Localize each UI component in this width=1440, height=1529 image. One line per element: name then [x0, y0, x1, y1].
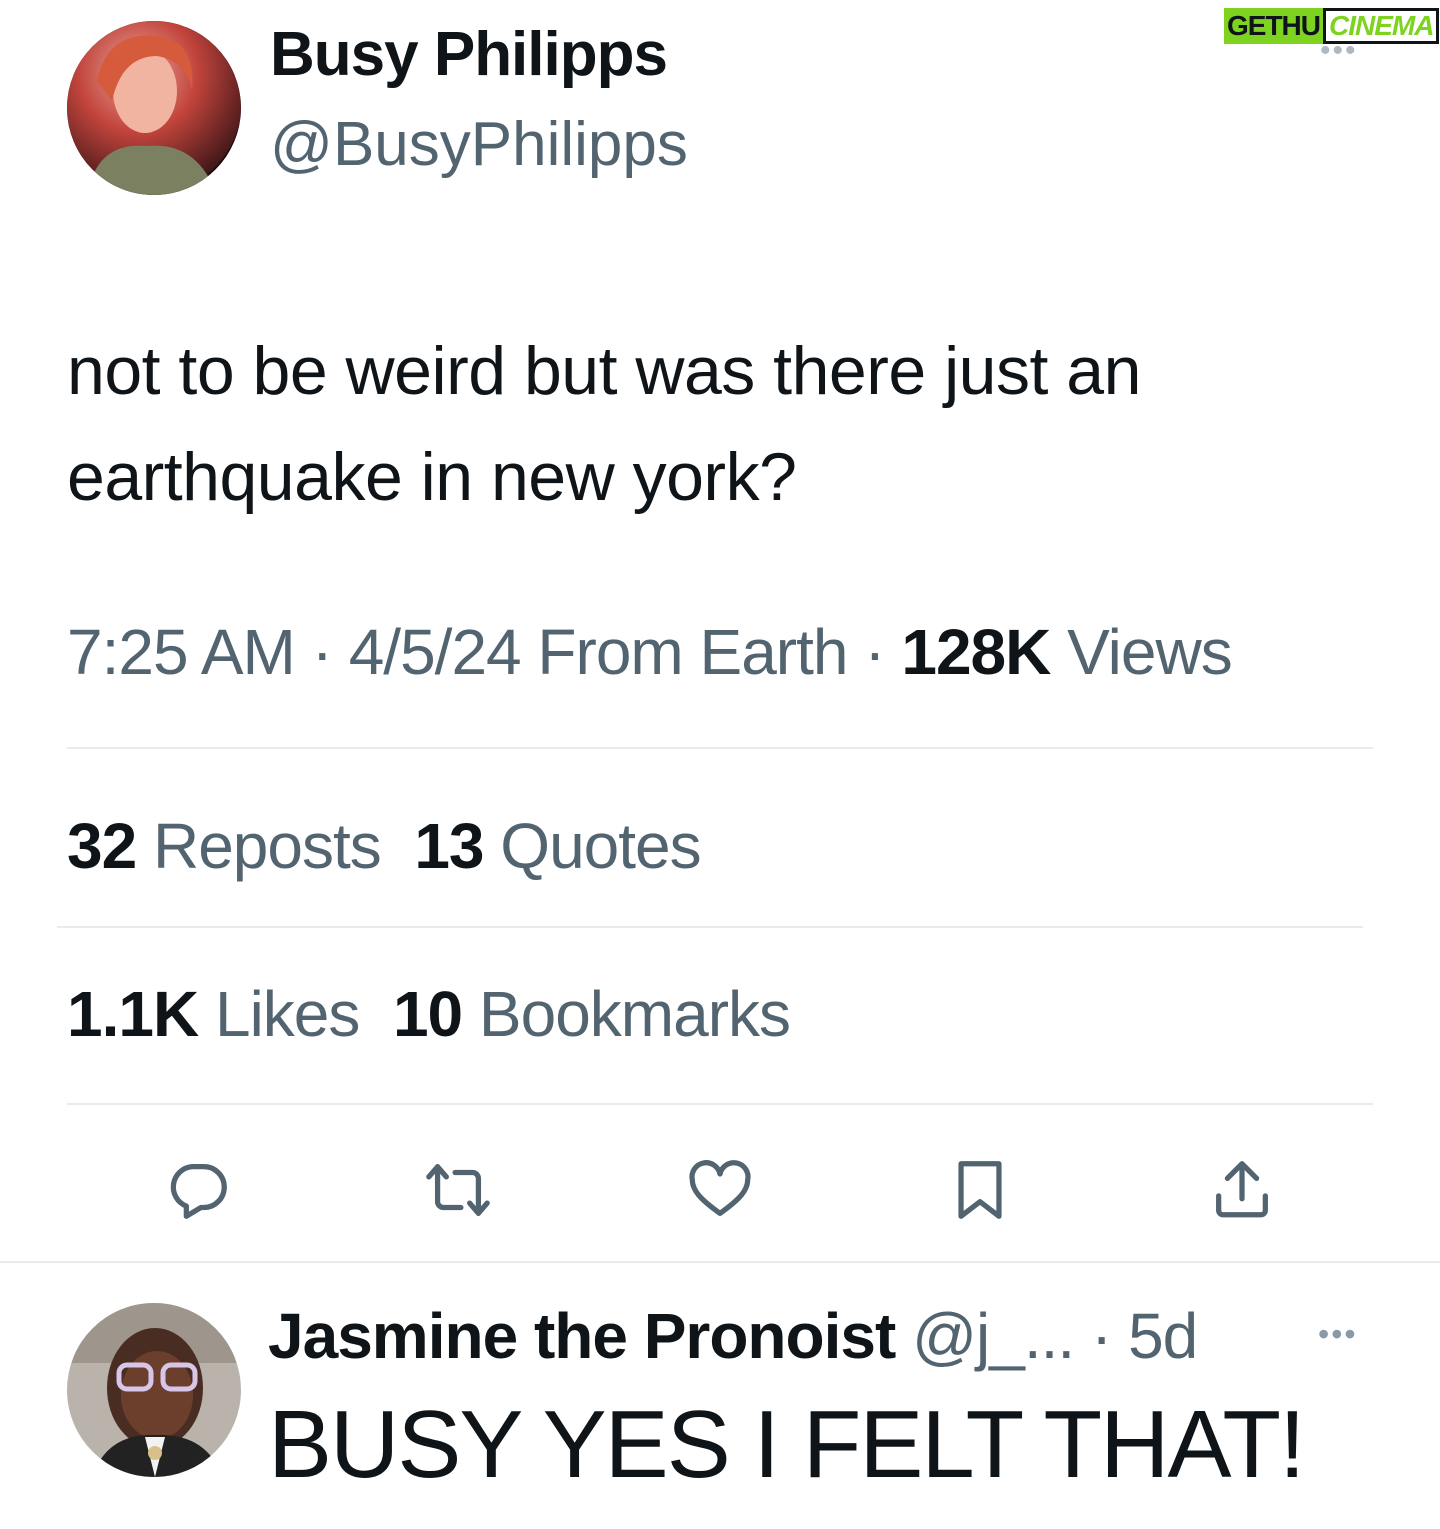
reply-icon	[170, 1164, 227, 1219]
like-icon	[689, 1160, 751, 1216]
quotes-count: 13	[414, 810, 484, 882]
like-button[interactable]	[680, 1150, 760, 1230]
tweet-text: not to be weird but was there just an ea…	[67, 333, 1141, 515]
tweet-date[interactable]: 4/5/24	[349, 616, 522, 688]
repost-button[interactable]	[418, 1150, 498, 1230]
stats-reposts-quotes: 32 Reposts 13 Quotes	[67, 806, 702, 886]
author-name[interactable]: Busy Philipps	[270, 18, 668, 92]
bookmarks-link[interactable]: 10 Bookmarks	[392, 978, 791, 1050]
likes-count: 1.1K	[67, 978, 199, 1050]
bookmark-button[interactable]	[940, 1150, 1020, 1230]
divider	[67, 1103, 1373, 1105]
divider	[67, 747, 1373, 749]
reposts-count: 32	[67, 810, 137, 882]
meta-separator: ·	[294, 616, 349, 688]
reply-more-icon[interactable]: •••	[1318, 1318, 1358, 1350]
divider	[57, 926, 1363, 928]
share-button[interactable]	[1202, 1150, 1282, 1230]
bookmarks-count: 10	[392, 978, 463, 1050]
stats-likes-bookmarks: 1.1K Likes 10 Bookmarks	[67, 974, 791, 1054]
reposts-label: Reposts	[136, 810, 382, 882]
reply-author-handle[interactable]: @j_...	[895, 1300, 1075, 1372]
share-icon	[1216, 1161, 1268, 1218]
reply-header: Jasmine the Pronoist @j_... · 5d	[268, 1298, 1198, 1374]
reply-separator: ·	[1074, 1300, 1129, 1372]
reply-author-name[interactable]: Jasmine the Pronoist	[268, 1300, 896, 1372]
reply-button[interactable]	[158, 1150, 238, 1230]
meta-separator: ·	[847, 616, 902, 688]
author-handle[interactable]: @BusyPhilipps	[270, 108, 688, 182]
reply-avatar[interactable]	[67, 1303, 241, 1477]
likes-link[interactable]: 1.1K Likes	[67, 978, 360, 1050]
action-bar	[0, 1150, 1440, 1230]
watermark-part1: GETHU	[1224, 8, 1323, 44]
author-avatar-image	[67, 21, 241, 195]
quotes-label: Quotes	[483, 810, 701, 882]
likes-label: Likes	[198, 978, 360, 1050]
reply-avatar-image	[67, 1303, 241, 1477]
tweet-time[interactable]: 7:25 AM	[67, 616, 296, 688]
reposts-link[interactable]: 32 Reposts	[67, 810, 382, 882]
author-avatar[interactable]	[67, 21, 241, 195]
more-options-icon[interactable]: •••	[1320, 36, 1370, 66]
views-count: 128K	[901, 616, 1051, 688]
quotes-link[interactable]: 13 Quotes	[414, 810, 701, 882]
reply-text: BUSY YES I FELT THAT!	[268, 1391, 1306, 1498]
repost-icon	[426, 1164, 490, 1216]
bookmarks-label: Bookmarks	[462, 978, 791, 1050]
tweet-source: From Earth	[520, 616, 848, 688]
reply-age[interactable]: 5d	[1128, 1300, 1198, 1372]
views-label: Views	[1050, 616, 1233, 688]
tweet-meta: 7:25 AM · 4/5/24 From Earth · 128K Views	[67, 612, 1233, 692]
bookmark-icon	[958, 1161, 1002, 1219]
divider	[0, 1261, 1440, 1263]
